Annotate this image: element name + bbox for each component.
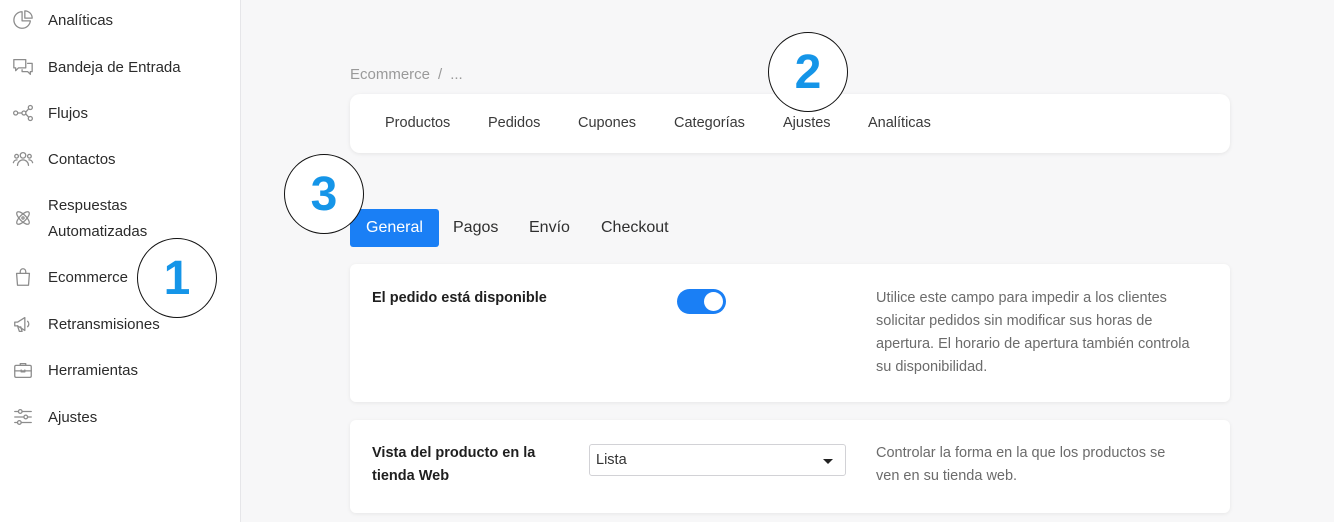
breadcrumb: Ecommerce / ... bbox=[350, 66, 463, 83]
nav-item-cupones[interactable]: Cupones bbox=[578, 115, 636, 131]
flow-icon bbox=[11, 101, 35, 125]
megaphone-icon bbox=[11, 312, 35, 336]
chat-bubbles-icon bbox=[11, 55, 35, 79]
tab-pagos[interactable]: Pagos bbox=[453, 209, 498, 247]
sidebar-item-contactos[interactable]: Contactos bbox=[0, 147, 240, 177]
description-line: su disponibilidad. bbox=[876, 359, 988, 375]
sidebar-item-ajustes[interactable]: Ajustes bbox=[0, 405, 240, 435]
title-line: tienda Web bbox=[372, 468, 450, 484]
sidebar-item-label-line2: Automatizadas bbox=[48, 223, 148, 240]
sidebar-item-analiticas[interactable]: Analíticas bbox=[0, 8, 240, 38]
description-line: solicitar pedidos sin modificar sus hora… bbox=[876, 313, 1153, 329]
toolbox-icon bbox=[11, 358, 35, 382]
sidebar-item-label: Ajustes bbox=[48, 409, 98, 426]
tab-checkout[interactable]: Checkout bbox=[601, 209, 669, 247]
product-view-title: Vista del producto en la tienda Web bbox=[372, 442, 535, 488]
shopping-bag-icon bbox=[11, 265, 35, 289]
sidebar-item-label: Contactos bbox=[48, 151, 116, 168]
toggle-knob bbox=[704, 292, 723, 311]
description-line: Controlar la forma en la que los product… bbox=[876, 445, 1166, 461]
pie-chart-icon bbox=[11, 8, 35, 32]
sidebar-item-label: Flujos bbox=[48, 105, 89, 122]
description-line: apertura. El horario de apertura también… bbox=[876, 336, 1190, 352]
order-available-description: Utilice este campo para impedir a los cl… bbox=[876, 287, 1216, 379]
sidebar-item-label: Ecommerce bbox=[48, 269, 129, 286]
nav-item-categorias[interactable]: Categorías bbox=[674, 115, 745, 131]
nav-item-analiticas[interactable]: Analíticas bbox=[868, 115, 931, 131]
breadcrumb-separator: / bbox=[438, 66, 443, 83]
sidebar-item-label: Analíticas bbox=[48, 12, 114, 29]
tab-general[interactable]: General bbox=[350, 209, 439, 247]
select-value: Lista bbox=[596, 452, 627, 468]
title-line: Vista del producto en la bbox=[372, 445, 536, 461]
sidebar-item-retransmisiones[interactable]: Retransmisiones bbox=[0, 312, 240, 342]
description-line: Utilice este campo para impedir a los cl… bbox=[876, 290, 1167, 306]
product-view-description: Controlar la forma en la que los product… bbox=[876, 442, 1216, 488]
breadcrumb-root[interactable]: Ecommerce bbox=[350, 66, 430, 83]
sidebar-item-bandeja[interactable]: Bandeja de Entrada bbox=[0, 55, 240, 85]
atom-icon bbox=[11, 206, 35, 230]
sidebar-item-herramientas[interactable]: Herramientas bbox=[0, 358, 240, 388]
callout-3: 3 bbox=[284, 154, 364, 234]
breadcrumb-current: ... bbox=[450, 66, 463, 83]
callout-2: 2 bbox=[768, 32, 848, 112]
order-available-toggle[interactable] bbox=[677, 289, 726, 314]
tab-envio[interactable]: Envío bbox=[529, 209, 570, 247]
order-available-title: El pedido está disponible bbox=[372, 290, 547, 306]
sidebar-item-label: Bandeja de Entrada bbox=[48, 59, 181, 76]
sidebar-item-respuestas[interactable]: Respuestas Automatizadas bbox=[0, 193, 240, 245]
sidebar-item-flujos[interactable]: Flujos bbox=[0, 101, 240, 131]
nav-item-productos[interactable]: Productos bbox=[385, 115, 450, 131]
caret-down-icon bbox=[823, 459, 833, 464]
product-view-card: Vista del producto en la tienda Web List… bbox=[350, 420, 1230, 513]
nav-item-ajustes[interactable]: Ajustes bbox=[783, 115, 831, 131]
callout-1: 1 bbox=[137, 238, 217, 318]
sliders-icon bbox=[11, 405, 35, 429]
sidebar-item-label: Retransmisiones bbox=[48, 316, 160, 333]
sidebar-item-label: Respuestas bbox=[48, 197, 128, 214]
order-available-card: El pedido está disponible Utilice este c… bbox=[350, 264, 1230, 402]
sidebar-item-label: Herramientas bbox=[48, 362, 139, 379]
product-view-select[interactable]: Lista bbox=[589, 444, 846, 476]
contacts-icon bbox=[11, 147, 35, 171]
description-line: ven en su tienda web. bbox=[876, 468, 1018, 484]
nav-item-pedidos[interactable]: Pedidos bbox=[488, 115, 540, 131]
